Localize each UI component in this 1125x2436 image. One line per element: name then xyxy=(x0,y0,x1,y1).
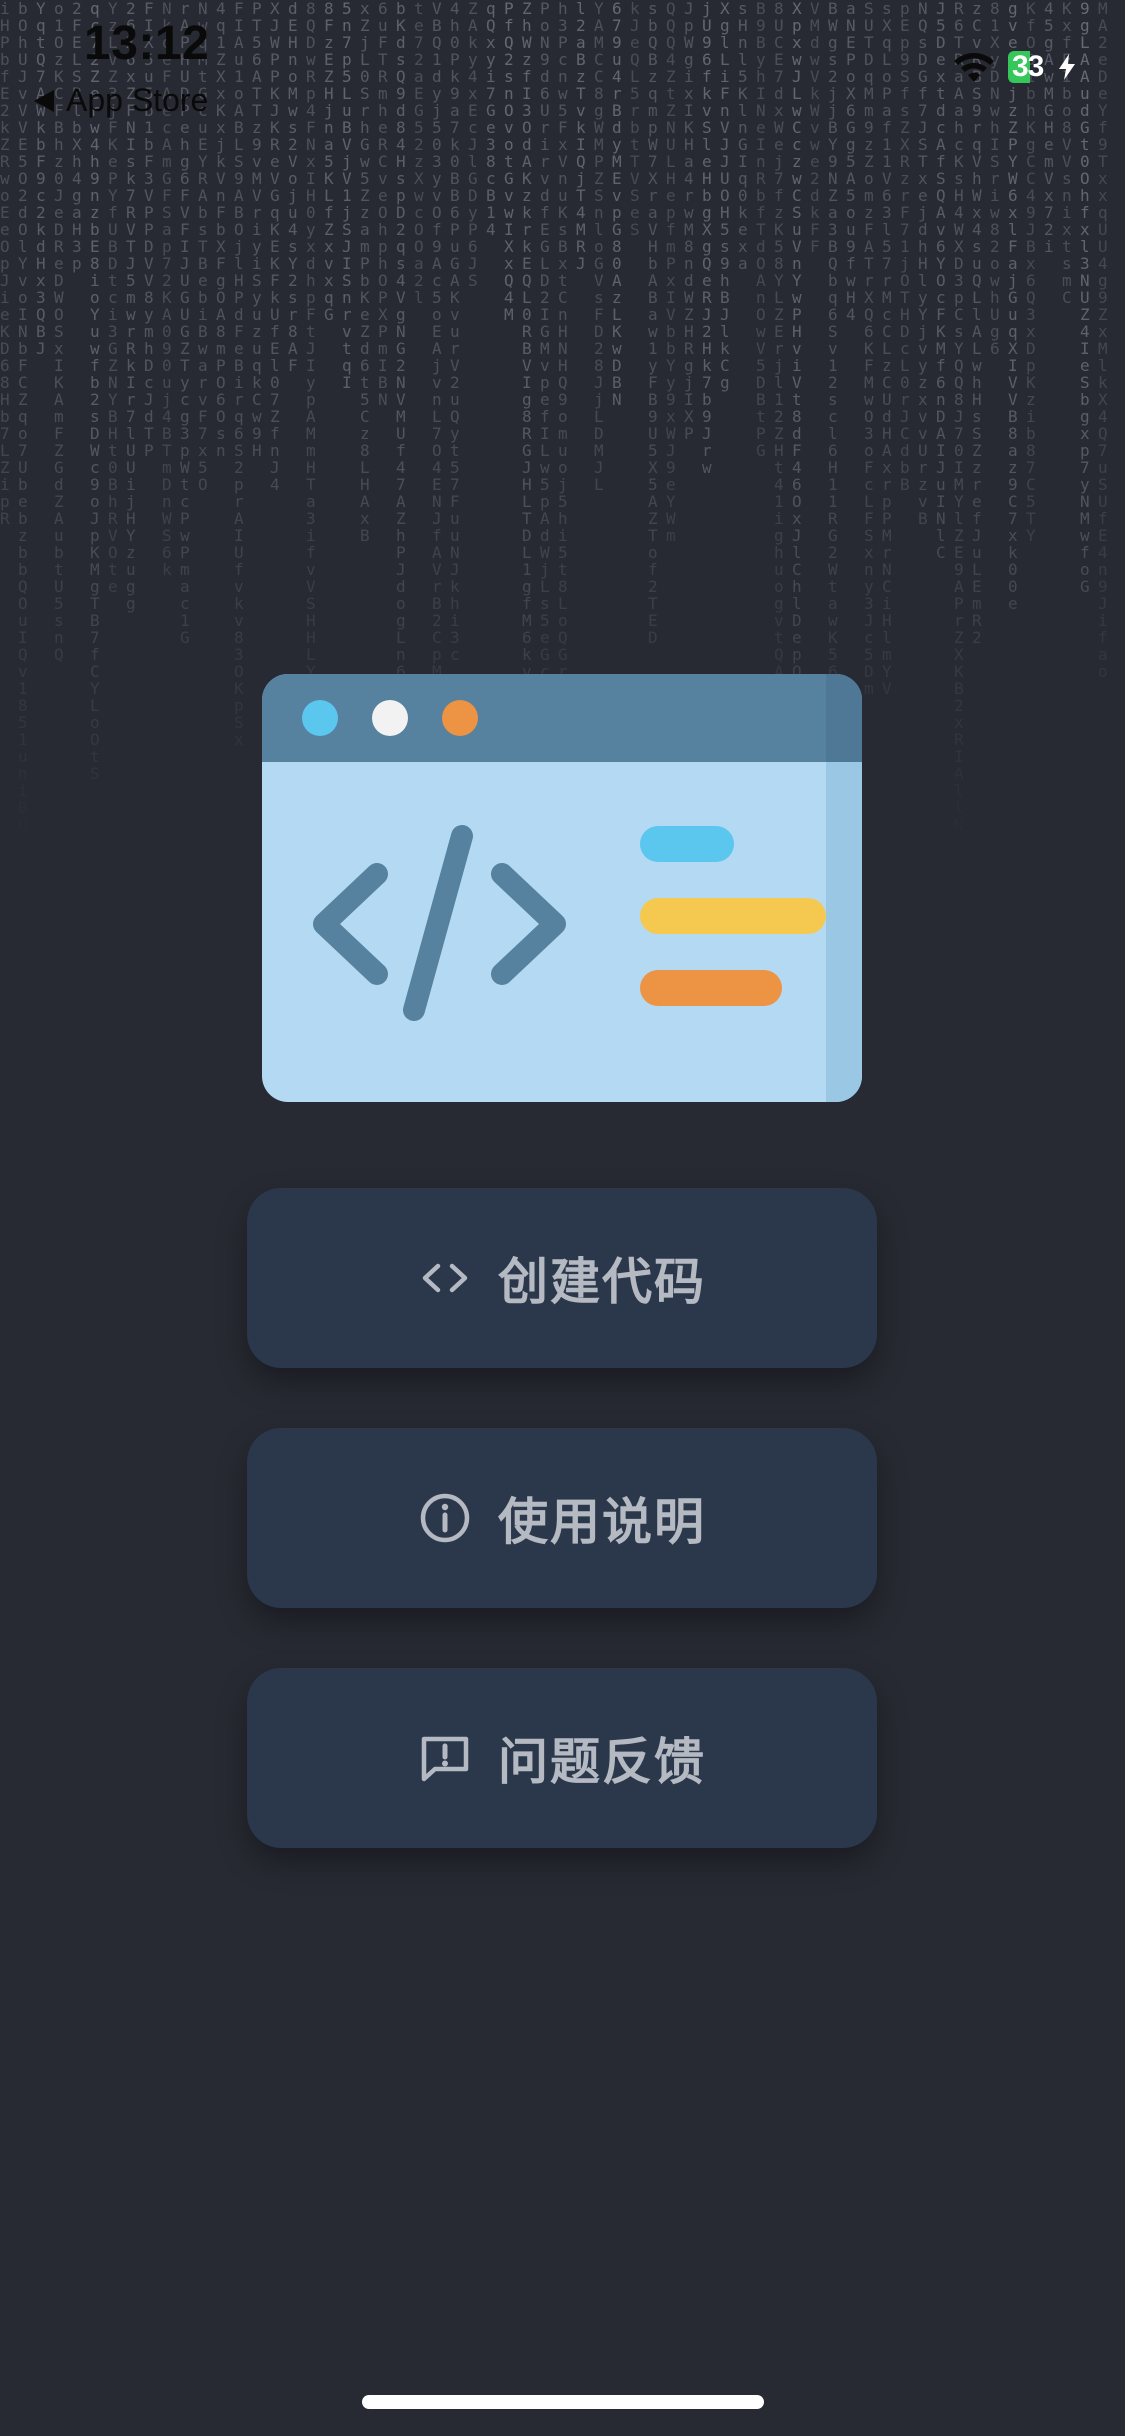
matrix-column: R 6 T R a A a h c K s H 4 W X D 3 p C s … xyxy=(954,0,964,834)
matrix-column: h 3 P c n w 5 F x V n u K s B x t C n H … xyxy=(558,0,568,714)
matrix-column: F I A u 1 o A B L S 9 A B O j l H P d F … xyxy=(234,0,244,749)
matrix-column: d E H n o M w s 2 V o j u 4 s Y 2 s r 8 … xyxy=(288,0,298,375)
matrix-column: 9 g L A A u d G t 0 O h f x l 3 N U Z 4 … xyxy=(1080,0,1090,596)
charging-bolt-icon xyxy=(1059,54,1075,80)
matrix-column: 8 F z E Z H j n a 5 K L f Z x v x q G xyxy=(324,0,334,324)
battery-level: 33 xyxy=(1012,50,1044,83)
matrix-column: N Q s D G f 7 J S T x e j d h H l y Y j … xyxy=(918,0,928,528)
matrix-column: p E p 9 S f s Z X R z r F 7 1 j O T H D … xyxy=(900,0,910,494)
code-symbol-icon xyxy=(313,825,566,1021)
feedback-label: 问题反馈 xyxy=(498,1733,706,1791)
matrix-column: x Z j L 0 S r h G w 5 Z z a m P b K e Z … xyxy=(360,0,370,545)
matrix-column: 6 7 9 u 4 r B d y M E v p G 8 0 A z L K … xyxy=(612,0,622,409)
matrix-column: Z A k y 4 x E c J l G D y P 6 J S xyxy=(468,0,478,290)
matrix-column: z C v R B S 9 r q V h W x 4 s u Q L l A … xyxy=(972,0,982,647)
matrix-column: J p W g i x I K H a 4 r w M 8 n d W Z H … xyxy=(684,0,694,443)
matrix-column: i H P b f E 2 k Z R w o E e O p J i e K … xyxy=(0,0,10,528)
matrix-column: s H n l 5 K l n G I q 0 k e x a xyxy=(738,0,748,273)
matrix-column: J 5 D e x t d c A f S Q A v 6 Y O c F K … xyxy=(936,0,946,562)
code-window-illustration xyxy=(262,674,862,1102)
matrix-column: 6 u F T R m h e R C v e O h p h O P X P … xyxy=(378,0,388,409)
matrix-column: j U 9 6 f k v S l e H b g X g Q e R J 2 … xyxy=(702,0,712,477)
matrix-column: a N E P o X 6 G g 5 A 5 o u 9 f w H 4 xyxy=(846,0,856,324)
matrix-column: P T 5 6 A T T z 9 v M V r i y i S y u z … xyxy=(252,0,262,460)
user-guide-label: 使用说明 xyxy=(498,1493,706,1551)
back-arrow-icon xyxy=(34,89,54,112)
window-dot-white xyxy=(372,700,408,736)
matrix-column: 4 q 1 Z X x K x j k V n F b X F g O A 8 … xyxy=(216,0,226,460)
app-screen: i H P b f E 2 k Z R w o E e O p J i e K … xyxy=(0,0,1125,2436)
matrix-column: l 2 a B z T v k I Q j T 4 M R J xyxy=(576,0,586,273)
matrix-column: Y A M C C 8 g W M P Z S n l o G V s F D … xyxy=(594,0,604,494)
matrix-column: b O h U J v V V E 5 O 2 d O l Y v o I N … xyxy=(18,0,28,834)
matrix-column: s X q L o P a f 1 1 V 6 3 l 5 7 r M c C … xyxy=(882,0,892,698)
window-dot-orange xyxy=(442,700,478,736)
matrix-column: B 9 B y h I N e I n R b f T d O A n O w … xyxy=(756,0,766,460)
create-code-button[interactable]: 创建代码 xyxy=(247,1188,877,1368)
matrix-column: 5 n 7 p 5 L u B V j V 1 j S J I S n r v … xyxy=(342,0,352,392)
matrix-column: M A 2 e D e Y f 9 T x x q U U 4 g 9 Z x … xyxy=(1098,0,1108,681)
status-time: 13:12 xyxy=(84,17,210,70)
window-dot-blue xyxy=(302,700,338,736)
home-indicator[interactable] xyxy=(362,2395,764,2409)
matrix-column: Y q t Q 7 A W k b F 9 c 2 k d H x 3 Q B … xyxy=(36,0,46,358)
user-guide-button[interactable]: 使用说明 xyxy=(247,1428,877,1608)
feedback-icon xyxy=(421,1736,469,1782)
matrix-column: V B Q 1 d y j 5 0 3 y v O f 9 A c 5 o E … xyxy=(432,0,442,697)
matrix-column: 8 U C E 7 d x W e j 7 f z K 5 8 Y L Z E … xyxy=(774,0,784,697)
matrix-column: 4 5 g A w M G H e m V x 7 2 i xyxy=(1044,0,1054,256)
window-side-panel xyxy=(826,762,862,1102)
back-to-app-store-link[interactable]: App Store xyxy=(34,82,208,119)
matrix-column: X g l L i F n V J J U O H 5 s 9 h B J l … xyxy=(720,0,730,392)
back-link-label: App Store xyxy=(66,82,209,118)
matrix-column: B W g s 2 j j B Y 9 N Z a 3 B Q b q 6 S … xyxy=(828,0,838,748)
info-icon xyxy=(420,1493,470,1543)
matrix-column: k J e Q L 5 r b t T V S e S xyxy=(630,0,640,239)
matrix-column: S U T D q M m 9 z Z o m z F A T r X Q 6 … xyxy=(864,0,874,698)
feedback-button[interactable]: 问题反馈 xyxy=(247,1668,877,1848)
matrix-column: g v e p W j z Z P Y W 6 x l F a j G u q … xyxy=(1008,0,1018,613)
matrix-column: X J W P P K J K R e V G q K E K F k U f … xyxy=(270,0,280,494)
matrix-column: 4 h 0 P k 9 a 7 k 0 B B 6 P u G A K v u … xyxy=(450,0,460,664)
matrix-column: t e 7 2 a E G 5 2 z X w c O O a 2 l xyxy=(414,0,424,307)
code-brackets-icon xyxy=(422,1263,468,1293)
matrix-column: V M d w V k W v w e 2 d k F F xyxy=(810,0,820,256)
matrix-column: Q Q Q 4 Z t Z N U L H e p f m P x I V b … xyxy=(666,0,676,545)
code-line-orange xyxy=(640,970,782,1006)
matrix-column: X p x w J L w C c z w C S u V n Y w P H … xyxy=(792,0,802,765)
matrix-column: N w q M t G c u E Y R A b s T B e b i B … xyxy=(198,0,208,494)
matrix-column: s b Q B z q m p W 7 X r a V H b A B a w … xyxy=(648,0,658,647)
matrix-column: q Q x y i 7 G e 3 8 c B 1 4 xyxy=(486,0,496,239)
window-title-bar xyxy=(262,674,862,762)
create-code-label: 创建代码 xyxy=(498,1253,706,1311)
code-line-blue xyxy=(640,826,734,862)
matrix-column: P f Q 2 s n O v o t G v w I X x Q 4 M xyxy=(504,0,514,324)
window-title-bar-edge xyxy=(826,674,862,762)
matrix-column: K x f E I b o 8 V V s n i x t s m C xyxy=(1062,0,1072,307)
matrix-column: Z h W z f I 3 O d A K z k r k E Q L 0 R … xyxy=(522,0,532,697)
wifi-icon xyxy=(954,53,994,82)
code-line-yellow xyxy=(640,898,826,934)
battery-icon: 33 xyxy=(1008,50,1075,84)
